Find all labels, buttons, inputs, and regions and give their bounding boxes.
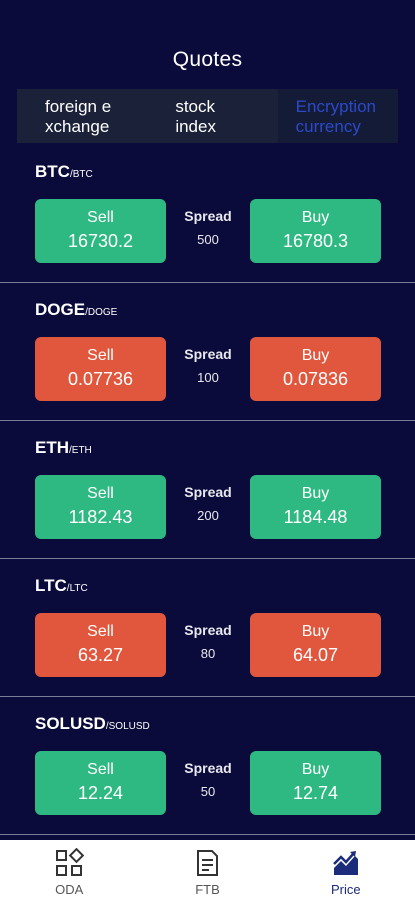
nav-oda[interactable]: ODA [0, 840, 138, 900]
nav-label: Price [331, 882, 361, 897]
symbol-sub: /DOGE [85, 307, 118, 318]
symbol-sub: /LTC [66, 583, 88, 594]
buy-price: 12.74 [292, 783, 339, 803]
symbol-label: ETH/ETH [35, 438, 92, 458]
spread-label: Spread [184, 346, 232, 362]
bottom-nav: ODA FTB Price [0, 840, 415, 900]
sell-button[interactable]: Sell 12.24 [35, 751, 166, 815]
buy-button[interactable]: Buy 1184.48 [250, 475, 381, 539]
spread-info: Spread 200 [166, 484, 250, 523]
symbol-label: LTC/LTC [35, 576, 88, 596]
symbol-label: BTC/BTC [35, 162, 93, 182]
symbol-sub: /ETH [69, 445, 92, 456]
buy-label: Buy [301, 209, 330, 226]
spread-info: Spread 80 [166, 622, 250, 661]
sell-button[interactable]: Sell 1182.43 [35, 475, 166, 539]
quote-row: BTC/BTC Sell 16730.2 Spread 500 Buy 16780.3 [0, 145, 415, 283]
tab-encryption-currency[interactable]: Encryption currency [277, 89, 398, 143]
spread-info: Spread 50 [166, 760, 250, 799]
nav-ftb[interactable]: FTB [138, 840, 276, 900]
buy-button[interactable]: Buy 64.07 [250, 613, 381, 677]
symbol-label: DOGE/DOGE [35, 300, 117, 320]
sell-price: 63.27 [77, 645, 124, 665]
buy-label: Buy [301, 761, 330, 778]
buy-price: 64.07 [292, 645, 339, 665]
quote-row: LTC/LTC Sell 63.27 Spread 80 Buy 64.07 [0, 559, 415, 697]
buy-price: 1184.48 [283, 507, 348, 527]
nav-label: ODA [55, 882, 84, 897]
nav-price[interactable]: Price [277, 840, 415, 900]
sell-label: Sell [87, 209, 114, 226]
spread-label: Spread [184, 484, 232, 500]
buy-label: Buy [301, 347, 330, 364]
spread-value: 500 [197, 232, 219, 247]
sell-label: Sell [87, 485, 114, 502]
tab-foreign-exchange[interactable]: foreign e xchange [17, 89, 147, 143]
symbol-name: ETH [35, 438, 69, 457]
symbol-sub: /BTC [69, 169, 93, 180]
sell-label: Sell [87, 761, 114, 778]
symbol-sub: /SOLUSD [105, 721, 150, 732]
spread-value: 50 [200, 784, 216, 799]
sell-price: 0.07736 [67, 369, 134, 389]
sell-button[interactable]: Sell 63.27 [35, 613, 166, 677]
buy-button[interactable]: Buy 12.74 [250, 751, 381, 815]
quote-row: ETH/ETH Sell 1182.43 Spread 200 Buy 1184.48 [0, 421, 415, 559]
buy-price: 16780.3 [282, 231, 349, 251]
quote-row: DOGE/DOGE Sell 0.07736 Spread 100 Buy 0.078… [0, 283, 415, 421]
row-divider [0, 834, 415, 835]
buy-button[interactable]: Buy 16780.3 [250, 199, 381, 263]
sell-label: Sell [87, 347, 114, 364]
tab-stock-index[interactable]: stock index [147, 89, 277, 143]
symbol-label: SOLUSD/SOLUSD [35, 714, 150, 734]
sell-price: 12.24 [77, 783, 124, 803]
spread-value: 100 [197, 370, 219, 385]
spread-info: Spread 100 [166, 346, 250, 385]
buy-button[interactable]: Buy 0.07836 [250, 337, 381, 401]
spread-label: Spread [184, 208, 232, 224]
chart-icon [332, 851, 358, 875]
sell-label: Sell [87, 623, 114, 640]
symbol-name: LTC [35, 576, 67, 595]
spread-label: Spread [184, 622, 232, 638]
page-title: Quotes [172, 48, 243, 71]
sell-price: 1182.43 [68, 507, 133, 527]
quote-row: SOLUSD/SOLUSD Sell 12.24 Spread 50 Buy 12.7… [0, 697, 415, 835]
sell-price: 16730.2 [67, 231, 134, 251]
buy-price: 0.07836 [282, 369, 349, 389]
spread-value: 200 [197, 508, 219, 523]
symbol-name: BTC [35, 162, 70, 181]
spread-label: Spread [184, 760, 232, 776]
category-tabs: foreign e xchange stock index Encryption… [17, 89, 398, 143]
document-icon [197, 850, 219, 876]
spread-value: 80 [200, 646, 216, 661]
symbol-name: DOGE [35, 300, 86, 319]
buy-label: Buy [301, 623, 330, 640]
sell-button[interactable]: Sell 0.07736 [35, 337, 166, 401]
grid-icon [56, 848, 85, 876]
buy-label: Buy [301, 485, 330, 502]
sell-button[interactable]: Sell 16730.2 [35, 199, 166, 263]
nav-label: FTB [195, 882, 220, 897]
spread-info: Spread 500 [166, 208, 250, 247]
symbol-name: SOLUSD [35, 714, 106, 733]
